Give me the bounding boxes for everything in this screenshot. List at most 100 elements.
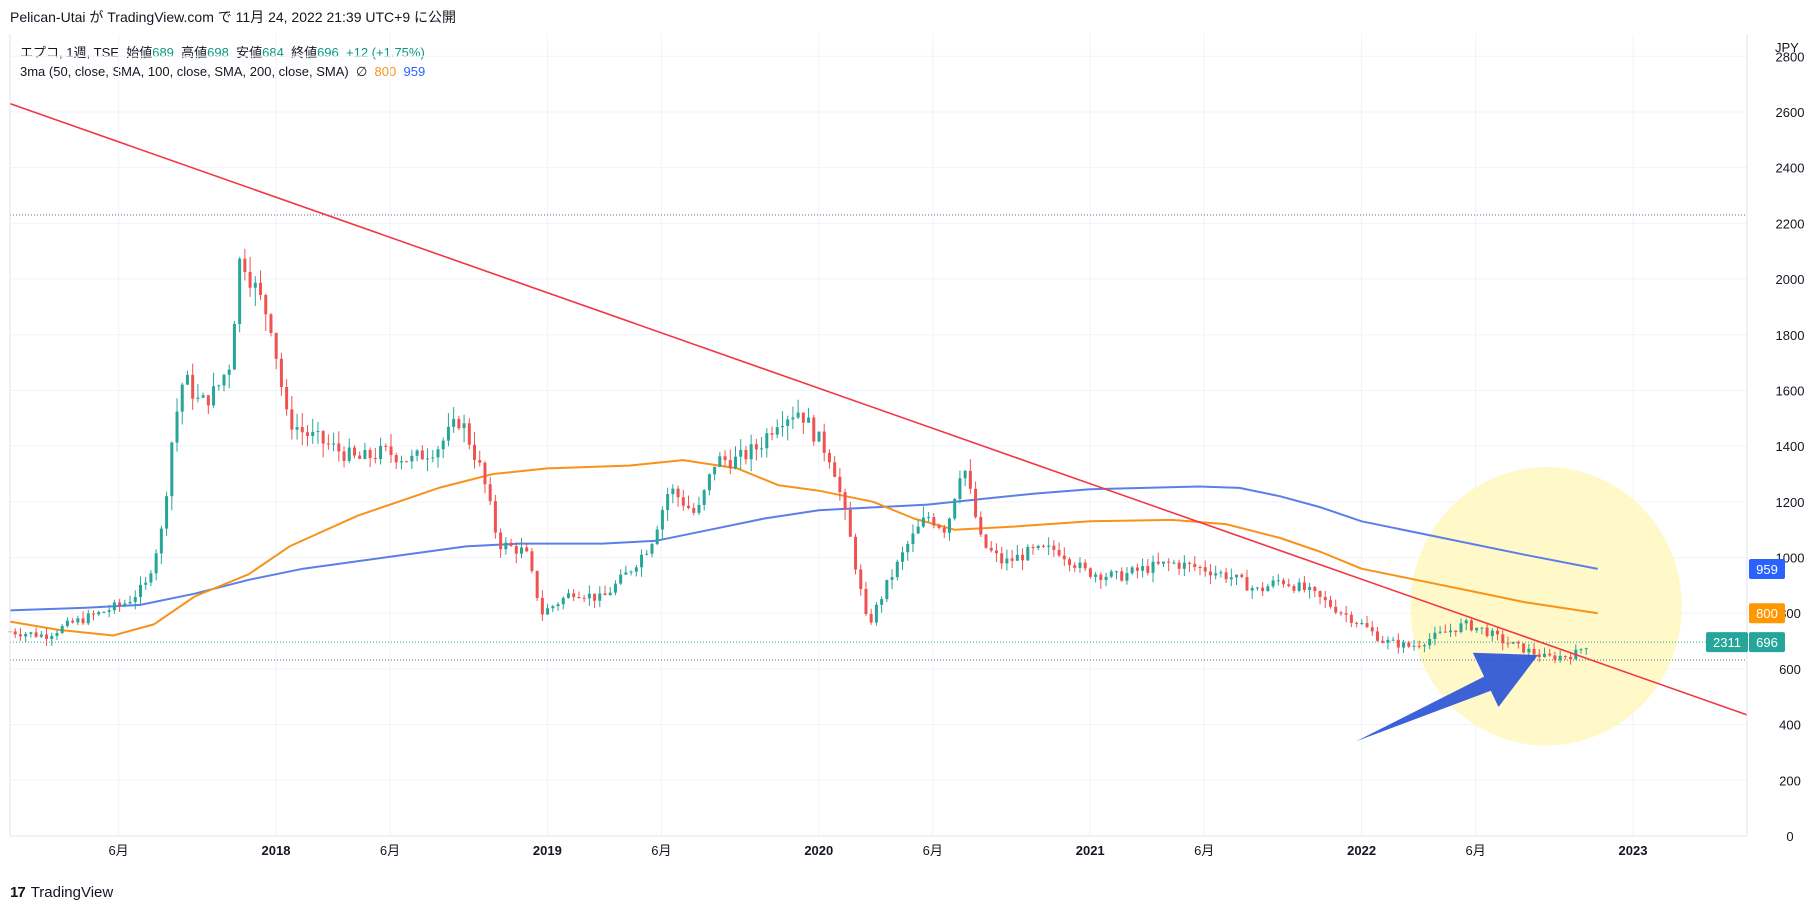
candles bbox=[8, 248, 1588, 665]
candle-body bbox=[483, 462, 487, 485]
candle-body bbox=[833, 462, 837, 477]
candle-body bbox=[1250, 588, 1254, 591]
candle-body bbox=[1203, 567, 1207, 572]
candle-body bbox=[535, 570, 539, 598]
candle-body bbox=[786, 419, 790, 426]
candle-body bbox=[514, 546, 518, 554]
candle-body bbox=[854, 536, 858, 570]
candle-body bbox=[718, 456, 722, 467]
candle-body bbox=[92, 613, 96, 615]
candle-body bbox=[968, 470, 972, 489]
candle-body bbox=[170, 442, 174, 497]
candle-body bbox=[1276, 580, 1280, 582]
candle-body bbox=[859, 569, 863, 589]
candle-body bbox=[1459, 623, 1463, 633]
candle-body bbox=[702, 490, 706, 505]
trendline[interactable] bbox=[9, 102, 1748, 716]
candle-body bbox=[1386, 639, 1390, 643]
candle-body bbox=[405, 461, 409, 463]
tradingview-logo[interactable]: 17 bbox=[10, 884, 26, 901]
candle-body bbox=[1015, 554, 1019, 561]
candle-body bbox=[1516, 642, 1520, 644]
candle-body bbox=[1214, 573, 1218, 576]
candle-body bbox=[921, 517, 925, 527]
x-tick-label: 6月 bbox=[651, 843, 671, 858]
candle-body bbox=[1323, 596, 1327, 601]
candle-body bbox=[206, 395, 210, 406]
moving-averages bbox=[9, 459, 1598, 637]
trendline-line[interactable] bbox=[9, 102, 1748, 716]
price-badge-label: 800 bbox=[1756, 606, 1778, 621]
candle-body bbox=[18, 634, 22, 637]
candle-body bbox=[598, 593, 602, 601]
candle-body bbox=[264, 295, 268, 315]
candle-body bbox=[107, 610, 111, 612]
price-badge-label: 959 bbox=[1756, 562, 1778, 577]
candle-body bbox=[212, 386, 216, 406]
candle-body bbox=[1365, 623, 1369, 628]
candle-body bbox=[1464, 620, 1468, 624]
candle-body bbox=[379, 445, 383, 460]
candle-body bbox=[274, 332, 278, 359]
y-tick-label: 2000 bbox=[1776, 272, 1805, 287]
candle-body bbox=[1511, 642, 1515, 644]
candle-body bbox=[1245, 576, 1249, 591]
candle-body bbox=[1041, 545, 1045, 547]
candle-body bbox=[1167, 561, 1171, 563]
candle-body bbox=[994, 550, 998, 554]
candle-body bbox=[1381, 640, 1385, 643]
candle-body bbox=[1469, 620, 1473, 631]
candle-body bbox=[629, 571, 633, 573]
candle-body bbox=[989, 547, 993, 551]
candle-body bbox=[1109, 571, 1113, 577]
candle-body bbox=[723, 456, 727, 461]
candle-body bbox=[1501, 634, 1505, 644]
price-badges: 959 800 696 2311 bbox=[1706, 558, 1785, 653]
candle-body bbox=[222, 374, 226, 386]
candle-body bbox=[640, 554, 644, 568]
candle-body bbox=[1021, 554, 1025, 561]
candle-body bbox=[1402, 642, 1406, 648]
candle-body bbox=[1527, 648, 1531, 653]
candle-body bbox=[540, 597, 544, 615]
candle-body bbox=[279, 358, 283, 388]
candle-body bbox=[24, 633, 28, 637]
candle-body bbox=[201, 395, 205, 398]
candle-body bbox=[149, 573, 153, 583]
candle-body bbox=[1579, 649, 1583, 651]
candle-body bbox=[593, 593, 597, 601]
candle-body bbox=[1475, 627, 1479, 631]
candle-body bbox=[572, 593, 576, 598]
candle-body bbox=[1177, 562, 1181, 569]
candle-body bbox=[123, 603, 127, 606]
x-tick-label: 2021 bbox=[1076, 843, 1105, 858]
candle-body bbox=[1292, 586, 1296, 591]
candle-body bbox=[739, 449, 743, 457]
candle-body bbox=[97, 611, 101, 615]
candle-body bbox=[796, 412, 800, 418]
footer[interactable]: 17 TradingView bbox=[10, 878, 113, 906]
tradingview-brand[interactable]: TradingView bbox=[31, 884, 114, 901]
candle-body bbox=[927, 517, 931, 519]
candle-body bbox=[488, 484, 492, 502]
candle-body bbox=[666, 494, 670, 511]
candle-body bbox=[546, 608, 550, 615]
candle-body bbox=[154, 553, 158, 574]
candle-body bbox=[321, 431, 325, 444]
candle-body bbox=[619, 574, 623, 584]
candle-body bbox=[843, 492, 847, 510]
candle-body bbox=[1255, 587, 1259, 589]
candle-body bbox=[65, 620, 69, 627]
x-tick-label: 2022 bbox=[1347, 843, 1376, 858]
candle-body bbox=[697, 504, 701, 513]
candle-body bbox=[707, 474, 711, 491]
candle-body bbox=[191, 374, 195, 399]
candle-body bbox=[864, 588, 868, 614]
candle-body bbox=[932, 517, 936, 526]
candle-body bbox=[1302, 582, 1306, 591]
price-chart[interactable]: JPY0200400600800100012001400160018002000… bbox=[0, 34, 1817, 876]
candle-body bbox=[1506, 643, 1510, 645]
candle-body bbox=[1417, 645, 1421, 647]
y-tick-label: 0 bbox=[1786, 829, 1793, 844]
candle-body bbox=[780, 425, 784, 428]
